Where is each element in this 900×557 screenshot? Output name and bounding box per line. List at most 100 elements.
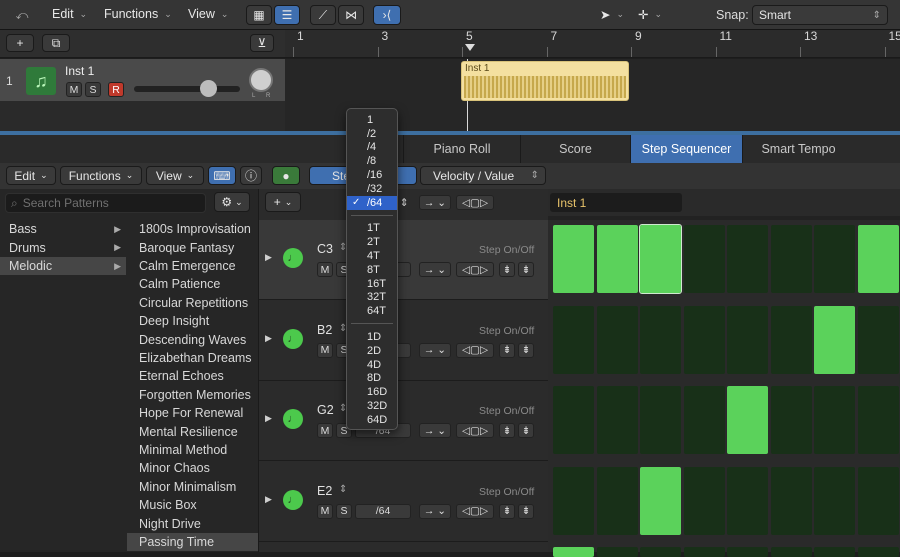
row-loop-button[interactable]: ◁▢▷ <box>456 423 494 438</box>
track-row[interactable]: 1 ♫ Inst 1 M S R L R <box>0 59 285 101</box>
step-cell[interactable] <box>684 547 725 557</box>
menu-item[interactable]: 8D <box>347 372 397 386</box>
menu-item[interactable]: 1D <box>347 330 397 344</box>
menu-item[interactable]: /32 <box>347 182 397 196</box>
row-direction-button[interactable]: → ⌄ <box>419 423 451 438</box>
duplicate-track-button[interactable]: ⧉ <box>42 34 70 52</box>
menu-item[interactable]: 64D <box>347 413 397 427</box>
step-cell[interactable] <box>771 306 812 374</box>
step-cell[interactable] <box>771 467 812 535</box>
add-track-button[interactable]: + <box>6 34 34 52</box>
menu-item[interactable]: 8T <box>347 263 397 277</box>
play-icon[interactable]: ▶ <box>265 494 272 505</box>
pattern-item[interactable]: Minor Chaos <box>127 459 258 477</box>
step-cell[interactable] <box>597 467 638 535</box>
category-item[interactable]: Bass▶ <box>0 220 126 238</box>
step-cell[interactable] <box>858 306 899 374</box>
step-cell[interactable] <box>553 225 594 293</box>
play-icon[interactable]: ▶ <box>265 252 272 263</box>
timeline-ruler[interactable]: 13579111315 <box>285 30 900 58</box>
step-cell[interactable] <box>553 386 594 454</box>
row-rate-select[interactable]: /64 <box>355 504 411 519</box>
track-mute-button[interactable]: M <box>66 82 82 97</box>
pattern-item[interactable]: 1800s Improvisation <box>127 220 258 238</box>
row-loop-button[interactable]: ◁▢▷ <box>456 343 494 358</box>
menu-item[interactable]: /4 <box>347 141 397 155</box>
global-tracks-button[interactable]: ⊻ <box>250 34 274 52</box>
menu-item[interactable]: 4D <box>347 358 397 372</box>
row-level-button[interactable]: ⇟ <box>518 504 534 519</box>
tab-step-sequencer[interactable]: Step Sequencer <box>630 135 742 163</box>
step-cell[interactable] <box>553 306 594 374</box>
pattern-item[interactable]: Baroque Fantasy <box>127 238 258 256</box>
header-updown-button[interactable]: ⇕ <box>397 195 411 210</box>
pattern-item[interactable]: Music Box <box>127 496 258 514</box>
step-cell[interactable] <box>814 547 855 557</box>
step-cell[interactable] <box>684 306 725 374</box>
track-record-button[interactable]: R <box>108 82 124 97</box>
note-icon[interactable]: ♩ <box>283 248 303 268</box>
track-solo-button[interactable]: S <box>85 82 101 97</box>
menu-item[interactable]: 4T <box>347 249 397 263</box>
note-icon[interactable]: ♩ <box>283 409 303 429</box>
note-icon[interactable]: ♩ <box>283 329 303 349</box>
row-direction-button[interactable]: → ⌄ <box>419 262 451 277</box>
pattern-item[interactable]: Deep Insight <box>127 312 258 330</box>
menu-item[interactable]: 16T <box>347 277 397 291</box>
row-level-button[interactable]: ⇟ <box>518 423 534 438</box>
back-button[interactable]: ⤺ <box>8 5 36 25</box>
play-icon[interactable]: ▶ <box>265 413 272 424</box>
step-cell[interactable] <box>553 467 594 535</box>
pattern-item[interactable]: Minor Minimalism <box>127 478 258 496</box>
step-cell[interactable] <box>727 547 768 557</box>
pan-knob[interactable] <box>249 68 273 92</box>
menu-item[interactable]: /2 <box>347 127 397 141</box>
step-cell[interactable] <box>640 225 681 293</box>
step-cell[interactable] <box>727 306 768 374</box>
note-icon[interactable]: ♩ <box>283 490 303 510</box>
menu-item[interactable]: 32D <box>347 399 397 413</box>
step-cell[interactable] <box>597 306 638 374</box>
editor-functions-menu[interactable]: Functions⌄ <box>60 166 142 185</box>
step-cell[interactable] <box>727 225 768 293</box>
step-cell[interactable] <box>814 467 855 535</box>
menu-item[interactable]: ✓/64 <box>347 196 397 210</box>
step-cell[interactable] <box>858 547 899 557</box>
catch-button[interactable]: ›⟨ <box>373 5 401 25</box>
step-cell[interactable] <box>727 467 768 535</box>
pattern-item[interactable]: Forgotten Memories <box>127 386 258 404</box>
search-input[interactable]: ⌕Search Patterns <box>5 193 206 213</box>
step-cell[interactable] <box>858 386 899 454</box>
midi-region[interactable]: Inst 1 <box>461 61 629 101</box>
row-mute-button[interactable]: M <box>317 504 333 519</box>
step-rate-menu[interactable]: 1/2/4/8/16/32✓/641T2T4T8T16T32T64T1D2D4D… <box>346 108 398 430</box>
row-solo-button[interactable]: S <box>336 504 352 519</box>
step-cell[interactable] <box>814 225 855 293</box>
step-cell[interactable] <box>771 386 812 454</box>
row-loop-button[interactable]: ◁▢▷ <box>456 262 494 277</box>
row-level-button[interactable]: ⇟ <box>518 262 534 277</box>
menu-item[interactable]: /8 <box>347 154 397 168</box>
pattern-browser-button[interactable]: ⌨ <box>208 166 236 185</box>
volume-slider-thumb[interactable] <box>200 80 217 97</box>
step-row[interactable]: ▶♩C3⇕MS/64→ ⌄◁▢▷⇟⇟Step On/Off <box>259 220 549 300</box>
step-cell[interactable] <box>684 225 725 293</box>
menu-item[interactable]: 1 <box>347 113 397 127</box>
step-cell[interactable] <box>858 467 899 535</box>
functions-menu[interactable]: Functions⌄ <box>104 7 172 21</box>
row-direction-button[interactable]: → ⌄ <box>419 504 451 519</box>
row-mute-button[interactable]: M <box>317 423 333 438</box>
pattern-item[interactable]: Circular Repetitions <box>127 294 258 312</box>
pattern-item[interactable]: Hope For Renewal <box>127 404 258 422</box>
palette-button[interactable]: ● <box>272 166 300 185</box>
menu-item[interactable]: 2T <box>347 235 397 249</box>
menu-item[interactable]: 64T <box>347 304 397 318</box>
row-direction-button[interactable]: → ⌄ <box>419 343 451 358</box>
step-cell[interactable] <box>597 547 638 557</box>
pattern-item[interactable]: Calm Emergence <box>127 257 258 275</box>
step-cell[interactable] <box>640 386 681 454</box>
add-row-button[interactable]: +⌄ <box>265 192 301 212</box>
row-mute-button[interactable]: M <box>317 343 333 358</box>
step-cell[interactable] <box>684 386 725 454</box>
browser-action-menu[interactable]: ⚙⌄ <box>214 192 250 212</box>
